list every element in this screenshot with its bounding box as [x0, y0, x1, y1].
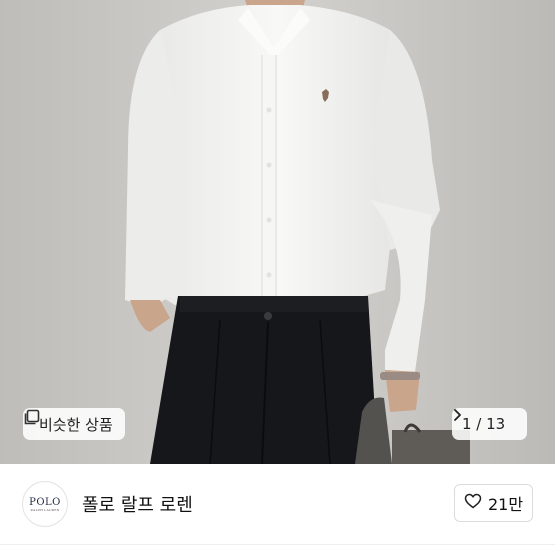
like-button[interactable]: 21만	[454, 484, 533, 522]
shop-logo[interactable]: POLO RALPH LAUREN	[22, 481, 68, 527]
similar-products-label: 비슷한 상품	[39, 415, 113, 434]
similar-products-button[interactable]: 비슷한 상품	[23, 408, 125, 440]
product-photo[interactable]: 비슷한 상품 1 / 13	[0, 0, 555, 464]
image-counter: 1 / 13	[462, 415, 506, 433]
product-image	[0, 0, 555, 464]
shop-name[interactable]: 폴로 랄프 로렌	[82, 491, 193, 517]
image-pager[interactable]: 1 / 13	[452, 408, 528, 440]
divider	[0, 544, 555, 545]
heart-outline-icon	[464, 493, 482, 513]
like-count: 21만	[487, 495, 524, 514]
logo-sub-text: RALPH LAUREN	[30, 507, 60, 512]
logo-main-text: POLO	[29, 496, 61, 508]
shop-bar: POLO RALPH LAUREN 폴로 랄프 로렌 21만	[0, 464, 555, 544]
